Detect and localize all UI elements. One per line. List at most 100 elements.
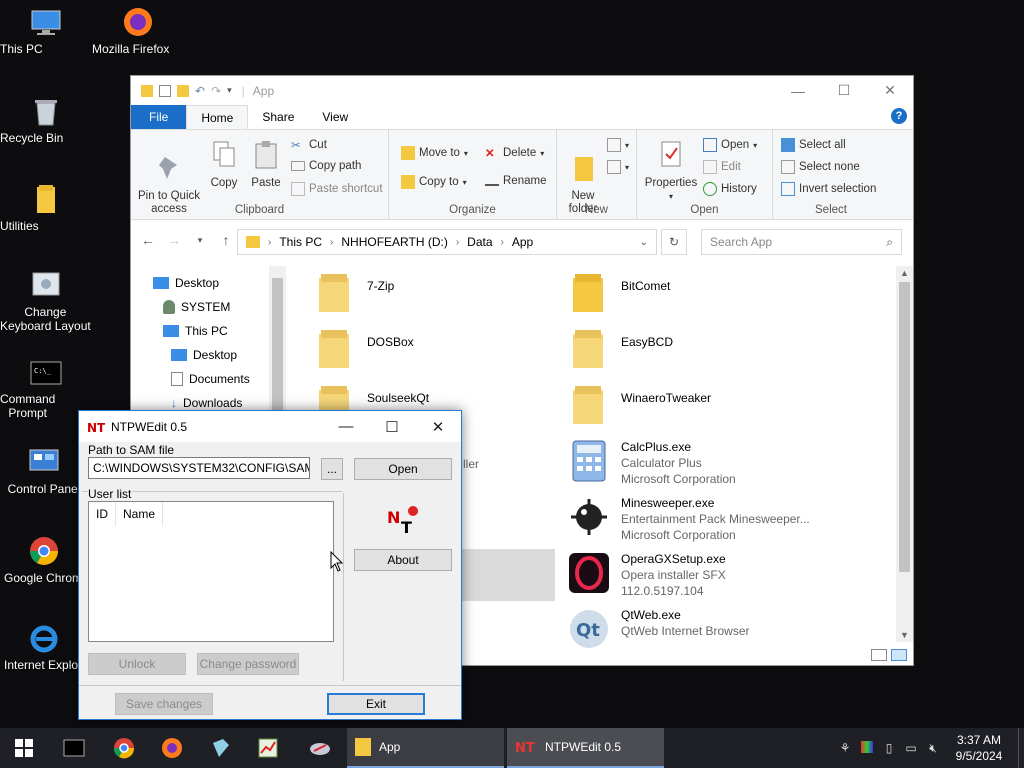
file-item-qtweb[interactable]: Qt QtWeb.exe QtWeb Internet Browser: [567, 607, 750, 651]
battery-icon[interactable]: ▯: [878, 741, 900, 755]
color-app-icon[interactable]: [856, 740, 878, 756]
back-arrow-icon[interactable]: ←: [139, 232, 157, 248]
search-input[interactable]: Search App ⌕: [701, 229, 902, 255]
file-item-bitcomet[interactable]: BitComet: [567, 272, 670, 316]
file-item-dosbox[interactable]: DOSBox: [313, 328, 414, 372]
exit-button[interactable]: Exit: [327, 693, 425, 715]
desktop-icon-command-prompt[interactable]: C:\_ Command Prompt: [0, 360, 92, 420]
tiles-view-icon[interactable]: [891, 649, 907, 661]
easy-access-button[interactable]: ▾: [607, 160, 629, 174]
nav-item-desktop-2[interactable]: Desktop: [171, 348, 237, 362]
show-desktop-button[interactable]: [1018, 728, 1024, 768]
scrollbar-thumb[interactable]: [899, 282, 910, 572]
copy-to-button[interactable]: Copy to ▾: [401, 175, 467, 189]
tab-share[interactable]: Share: [248, 105, 308, 129]
start-button[interactable]: [0, 728, 48, 768]
unlock-button[interactable]: Unlock: [88, 653, 186, 675]
column-header-name[interactable]: Name: [116, 502, 164, 526]
taskbar-firefox[interactable]: [148, 728, 196, 768]
select-none-button[interactable]: Select none: [781, 160, 860, 174]
move-to-button[interactable]: Move to ▾: [401, 146, 468, 160]
file-item-operagxsetup[interactable]: OperaGXSetup.exe Opera installer SFX 112.0…: [567, 551, 726, 599]
scroll-up-icon[interactable]: ▲: [896, 268, 913, 278]
tab-view[interactable]: View: [308, 105, 362, 129]
change-password-button[interactable]: Change password: [197, 653, 299, 675]
user-list[interactable]: ID Name: [88, 501, 334, 642]
desktop-icon-recycle-bin[interactable]: Recycle Bin: [0, 95, 92, 145]
file-item-calcplus[interactable]: CalcPlus.exe Calculator Plus Microsoft Cor…: [567, 439, 736, 487]
breadcrumb-data[interactable]: Data: [467, 235, 492, 249]
about-button[interactable]: About: [354, 549, 452, 571]
open-button[interactable]: Open ▾: [703, 138, 757, 152]
help-icon[interactable]: ?: [891, 108, 907, 124]
taskbar-command-prompt[interactable]: [50, 728, 98, 768]
file-list-scrollbar[interactable]: ▲ ▼: [896, 266, 913, 642]
open-button[interactable]: Open: [354, 458, 452, 480]
nav-item-documents[interactable]: Documents: [171, 372, 250, 386]
network-icon[interactable]: ⚘: [834, 741, 856, 755]
scrollbar-thumb[interactable]: [272, 278, 283, 418]
taskbar-window-app[interactable]: App: [347, 728, 504, 768]
clock[interactable]: 3:37 AM 9/5/2024: [944, 732, 1014, 764]
chevron-down-icon[interactable]: ⌄: [640, 237, 648, 248]
undo-icon[interactable]: ↶: [195, 84, 205, 98]
nav-item-downloads[interactable]: ↓ Downloads: [171, 396, 242, 410]
copy-button[interactable]: Copy: [205, 140, 243, 190]
address-bar[interactable]: › This PC › NHHOFEARTH (D:) › Data › App…: [237, 229, 657, 255]
paste-button[interactable]: Paste: [247, 140, 285, 190]
desktop-icon-chrome[interactable]: Google Chrome: [0, 535, 90, 585]
desktop-icon-keyboard-layout[interactable]: Change Keyboard Layout: [0, 271, 92, 333]
cut-button[interactable]: ✂ Cut: [291, 138, 327, 152]
select-all-button[interactable]: Select all: [781, 138, 846, 152]
minimize-button[interactable]: —: [775, 76, 821, 105]
close-button[interactable]: ✕: [867, 76, 913, 105]
file-item-easybcd[interactable]: EasyBCD: [567, 328, 673, 372]
recent-locations-icon[interactable]: ▾: [191, 235, 209, 246]
invert-selection-button[interactable]: Invert selection: [781, 182, 876, 196]
ntpwedit-dialog[interactable]: NT NTPWEdit 0.5 — ☐ ✕ Path to SAM file C…: [78, 410, 462, 720]
taskbar-chrome[interactable]: [100, 728, 148, 768]
tab-file[interactable]: File: [131, 105, 187, 129]
nav-item-desktop[interactable]: Desktop: [153, 276, 219, 290]
up-arrow-icon[interactable]: ↑: [217, 232, 235, 248]
nav-item-system[interactable]: SYSTEM: [163, 300, 230, 314]
customize-toolbar-icon[interactable]: ▾: [227, 85, 232, 96]
sam-path-field[interactable]: C:\WINDOWS\SYSTEM32\CONFIG\SAM: [88, 457, 310, 479]
browse-button[interactable]: ...: [321, 458, 343, 480]
desktop-icon-firefox[interactable]: Mozilla Firefox: [92, 6, 184, 56]
paste-shortcut-button[interactable]: Paste shortcut: [291, 182, 383, 196]
new-folder-icon[interactable]: [177, 84, 189, 97]
taskbar-app-3[interactable]: [196, 728, 244, 768]
file-item-minesweeper[interactable]: Minesweeper.exe Entertainment Pack Minesw…: [567, 495, 810, 543]
rename-button[interactable]: Rename: [485, 175, 546, 187]
forward-arrow-icon[interactable]: →: [165, 232, 183, 248]
taskbar-app-5[interactable]: [296, 728, 344, 768]
desktop-icon-internet-explorer[interactable]: Internet Explorer: [0, 622, 90, 672]
redo-icon[interactable]: ↷: [211, 84, 221, 98]
desktop-icon-this-pc[interactable]: This PC: [0, 8, 92, 56]
volume-muted-icon[interactable]: 🔇︎: [922, 741, 944, 756]
refresh-button[interactable]: ↻: [661, 229, 687, 255]
history-button[interactable]: History: [703, 182, 757, 196]
tab-home[interactable]: Home: [186, 105, 249, 129]
column-header-id[interactable]: ID: [89, 502, 116, 526]
new-item-button[interactable]: ▾: [607, 138, 629, 152]
edit-button[interactable]: Edit: [703, 160, 741, 174]
file-item-7zip[interactable]: 7-Zip: [313, 272, 394, 316]
maximize-button[interactable]: ☐: [821, 76, 867, 105]
properties-button[interactable]: Properties ▾: [643, 140, 699, 203]
display-icon[interactable]: ▭: [900, 741, 922, 755]
breadcrumb-drive[interactable]: NHHOFEARTH (D:): [341, 235, 447, 249]
breadcrumb-app[interactable]: App: [512, 235, 533, 249]
taskbar-window-ntpwedit[interactable]: NT NTPWEdit 0.5: [507, 728, 664, 768]
breadcrumb-this-pc[interactable]: This PC: [279, 235, 322, 249]
save-changes-button[interactable]: Save changes: [115, 693, 213, 715]
details-view-icon[interactable]: [871, 649, 887, 661]
maximize-button[interactable]: ☐: [369, 411, 415, 442]
nav-item-this-pc[interactable]: This PC: [163, 324, 228, 338]
copy-path-button[interactable]: Copy path: [291, 160, 361, 172]
minimize-button[interactable]: —: [323, 411, 369, 442]
delete-button[interactable]: ✕ Delete ▾: [485, 146, 544, 160]
scroll-down-icon[interactable]: ▼: [896, 630, 913, 640]
taskbar-app-4[interactable]: [244, 728, 292, 768]
